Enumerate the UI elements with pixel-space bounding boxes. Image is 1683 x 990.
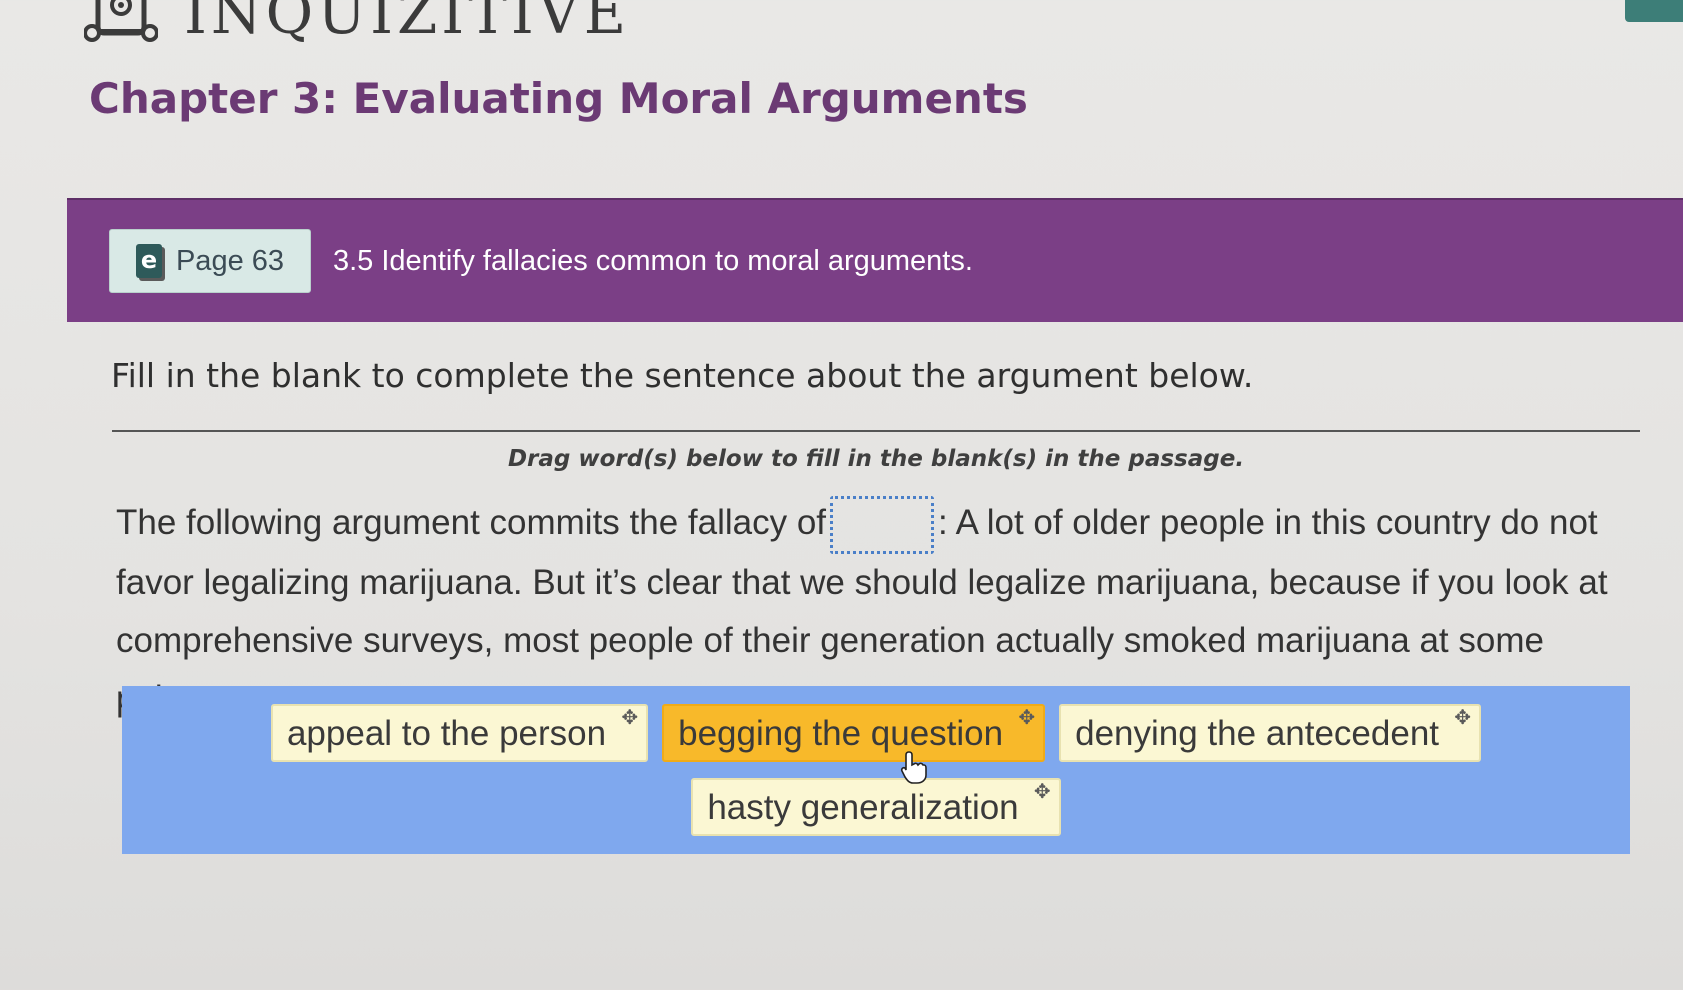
- word-chip-denying-the-antecedent[interactable]: denying the antecedent ✥: [1059, 704, 1482, 762]
- hand-pointer-icon: [900, 751, 927, 784]
- word-chip-appeal-to-the-person[interactable]: appeal to the person ✥: [270, 704, 649, 762]
- learning-objective: 3.5 Identify fallacies common to moral a…: [333, 244, 973, 277]
- word-chip-label: appeal to the person: [286, 714, 607, 753]
- word-chip-label: hasty generalization: [707, 788, 1019, 827]
- objective-banner: e Page 63 3.5 Identify fallacies common …: [67, 198, 1683, 322]
- divider: [112, 430, 1640, 432]
- word-chip-label: denying the antecedent: [1075, 714, 1440, 753]
- top-right-tab[interactable]: [1625, 0, 1683, 22]
- ebook-page-button[interactable]: e Page 63: [109, 229, 311, 293]
- logo-text: INQUIZITIVE: [184, 0, 631, 47]
- move-icon: ✥: [1033, 781, 1051, 803]
- page-label: Page 63: [175, 244, 285, 277]
- word-bank: appeal to the person ✥ begging the quest…: [122, 686, 1630, 854]
- logo: INQUIZITIVE: [84, 0, 630, 48]
- passage-before: The following argument commits the falla…: [116, 503, 827, 542]
- drag-hint: Drag word(s) below to fill in the blank(…: [507, 446, 1245, 472]
- word-bank-row-1: appeal to the person ✥ begging the quest…: [270, 704, 1482, 762]
- ebook-icon: e: [135, 244, 162, 278]
- word-chip-begging-the-question[interactable]: begging the question ✥: [662, 704, 1046, 762]
- move-icon: ✥: [621, 707, 639, 729]
- word-bank-row-2: hasty generalization ✥: [691, 778, 1061, 836]
- move-icon: ✥: [1454, 707, 1472, 729]
- answer-blank-drop-zone[interactable]: [830, 495, 935, 554]
- move-icon: ✥: [1018, 707, 1036, 729]
- word-chip-hasty-generalization[interactable]: hasty generalization ✥: [691, 778, 1061, 836]
- chapter-title: Chapter 3: Evaluating Moral Arguments: [89, 74, 1028, 123]
- question-instruction: Fill in the blank to complete the senten…: [111, 356, 1254, 395]
- word-chip-label: begging the question: [678, 714, 1004, 753]
- speaker-mascot-icon: [84, 0, 158, 42]
